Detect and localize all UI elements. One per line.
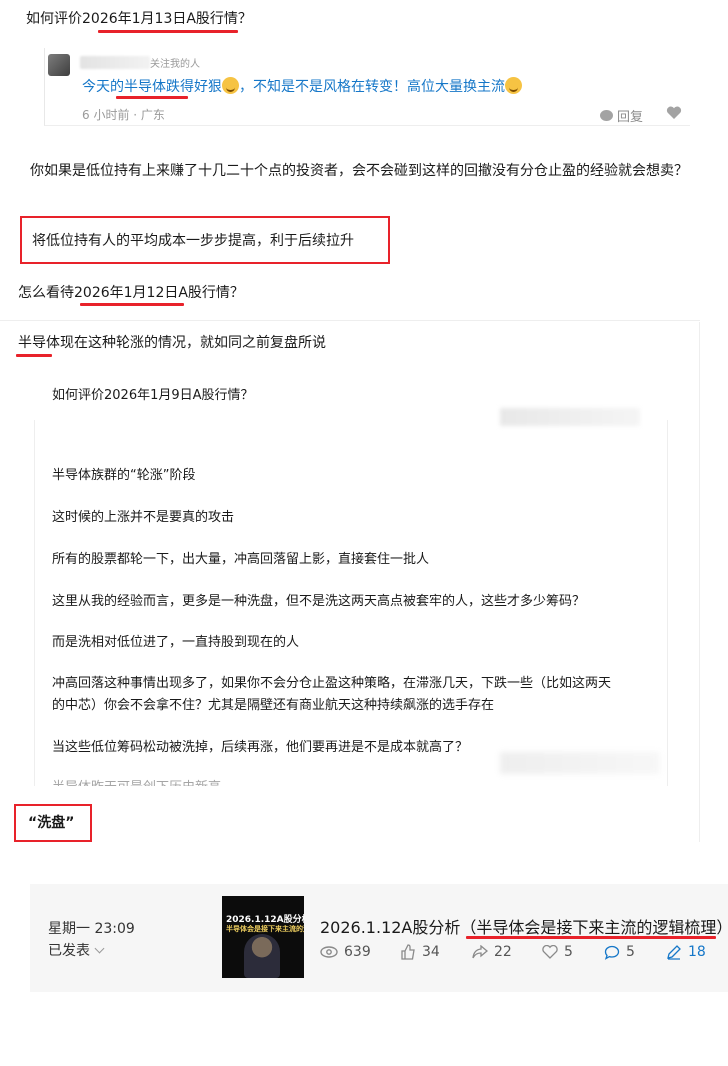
quote-line: 而是洗相对低位进了，一直持股到现在的人	[52, 635, 300, 650]
quote-line: 的中芯）你会不会拿不住？尤其是隔壁还有商业航天这种持续飙涨的选手存在	[52, 698, 495, 713]
heart-icon[interactable]	[666, 106, 682, 120]
views-stat: 639	[320, 944, 371, 960]
quote-line-cut: 半导体昨天可是创下历史新高	[52, 776, 221, 786]
question-title-jan13[interactable]: 如何评价2026年1月13日A股行情？	[26, 8, 252, 28]
comment-text-mid: 得好狠	[180, 79, 222, 95]
heart-icon	[542, 945, 558, 959]
quote-line: 这时候的上涨并不是要真的攻击	[52, 510, 235, 525]
red-underline-annotation	[98, 30, 238, 33]
views-count: 639	[344, 944, 371, 960]
red-underline-annotation	[16, 354, 52, 357]
article-title-highlight: 半导体会是接下来主流的逻辑梳理	[476, 918, 717, 937]
comment-text-after: ，不知是不是风格在转变！高位大量换主流	[239, 79, 505, 95]
pencil-icon	[667, 945, 681, 960]
comment-text: 今天的半导体跌得好狠 ，不知是不是风格在转变！高位大量换主流	[82, 76, 522, 96]
article-title-prefix: 2026.1.12A股分析（	[320, 918, 477, 937]
red-underline-annotation	[466, 936, 716, 939]
eye-icon	[320, 946, 338, 958]
follow-tag: 关注我的人	[150, 59, 200, 70]
comment-text-highlight: 半导体跌	[124, 79, 180, 95]
quote-line: 半导体族群的“轮涨”阶段	[52, 468, 196, 483]
publish-time: 星期一 23:09	[48, 921, 135, 937]
red-underline-annotation	[80, 303, 184, 306]
reply-label: 回复	[617, 110, 644, 125]
quote-line: 当这些低位筹码松动被洗掉，后续再涨，他们要再进是不是成本就高了？	[52, 740, 469, 755]
favorites-count: 5	[564, 944, 573, 960]
blurred-username	[80, 56, 150, 69]
shares-count: 22	[494, 944, 512, 960]
highlighted-sentence: 将低位持有人的平均成本一步步提高，利于后续拉升	[32, 233, 354, 249]
thumbs-up-icon	[401, 944, 415, 960]
quote-line: 所有的股票都轮一下，出大量，冲高回落留上影，直接套住一批人	[52, 552, 430, 567]
thumbnail-figure	[244, 934, 280, 978]
comment-text-before: 今天的	[82, 79, 124, 95]
quoted-question-title[interactable]: 如何评价2026年1月9日A股行情？	[52, 384, 254, 403]
quote-line: 这里从我的经验而言，更多是一种洗盘，但不是洗这两天高点被套牢的人，这些才多少筹码…	[52, 594, 586, 609]
publish-status-dropdown[interactable]: 已发表	[48, 940, 105, 960]
article-title-suffix: ）	[716, 918, 728, 937]
comment-meta: 6 小时前 · 广东	[82, 108, 165, 122]
likes-count: 34	[422, 944, 440, 960]
share-arrow-icon	[472, 945, 488, 959]
quote-line: 冲高回落这种事情出现多了，如果你不会分仓止盈这种策略，在滞涨几天，下跌一些（比如…	[52, 676, 612, 691]
edits-stat[interactable]: 18	[666, 944, 706, 960]
shares-stat[interactable]: 22	[472, 944, 512, 960]
publish-status-label: 已发表	[48, 943, 90, 959]
article-title[interactable]: 2026.1.12A股分析（半导体会是接下来主流的逻辑梳理）	[320, 914, 728, 938]
comment-bubble-icon	[600, 110, 613, 121]
chevron-down-icon	[94, 943, 105, 954]
comment-bubble-icon	[604, 945, 620, 960]
red-underline-annotation	[116, 96, 188, 99]
thumbnail-subtitle: 半导体会是接下来主流的逻辑	[226, 925, 304, 933]
comments-stat[interactable]: 5	[604, 944, 635, 960]
question-title-jan12[interactable]: 怎么看待2026年1月12日A股行情？	[18, 282, 244, 302]
blurred-footer	[500, 752, 660, 774]
grinning-emoji-icon	[505, 77, 522, 94]
reply-button[interactable]: 回复	[600, 106, 643, 125]
article-thumbnail[interactable]: 2026.1.12A股分析 半导体会是接下来主流的逻辑	[222, 896, 304, 978]
divider	[0, 320, 700, 321]
avatar[interactable]	[48, 54, 70, 76]
blurred-header	[500, 408, 640, 426]
favorites-stat[interactable]: 5	[542, 944, 573, 960]
comments-count: 5	[626, 944, 635, 960]
answer-paragraph: 你如果是低位持有上来赚了十几二十个点的投资者，会不会碰到这样的回撤没有分仓止盈的…	[30, 163, 688, 179]
answer-lead-text: 半导体现在这种轮涨的情况，就如同之前复盘所说	[18, 335, 326, 351]
boxed-keyword: “洗盘”	[28, 815, 75, 831]
laughing-emoji-icon	[222, 77, 239, 94]
edits-count: 18	[688, 944, 706, 960]
likes-stat[interactable]: 34	[400, 944, 440, 960]
